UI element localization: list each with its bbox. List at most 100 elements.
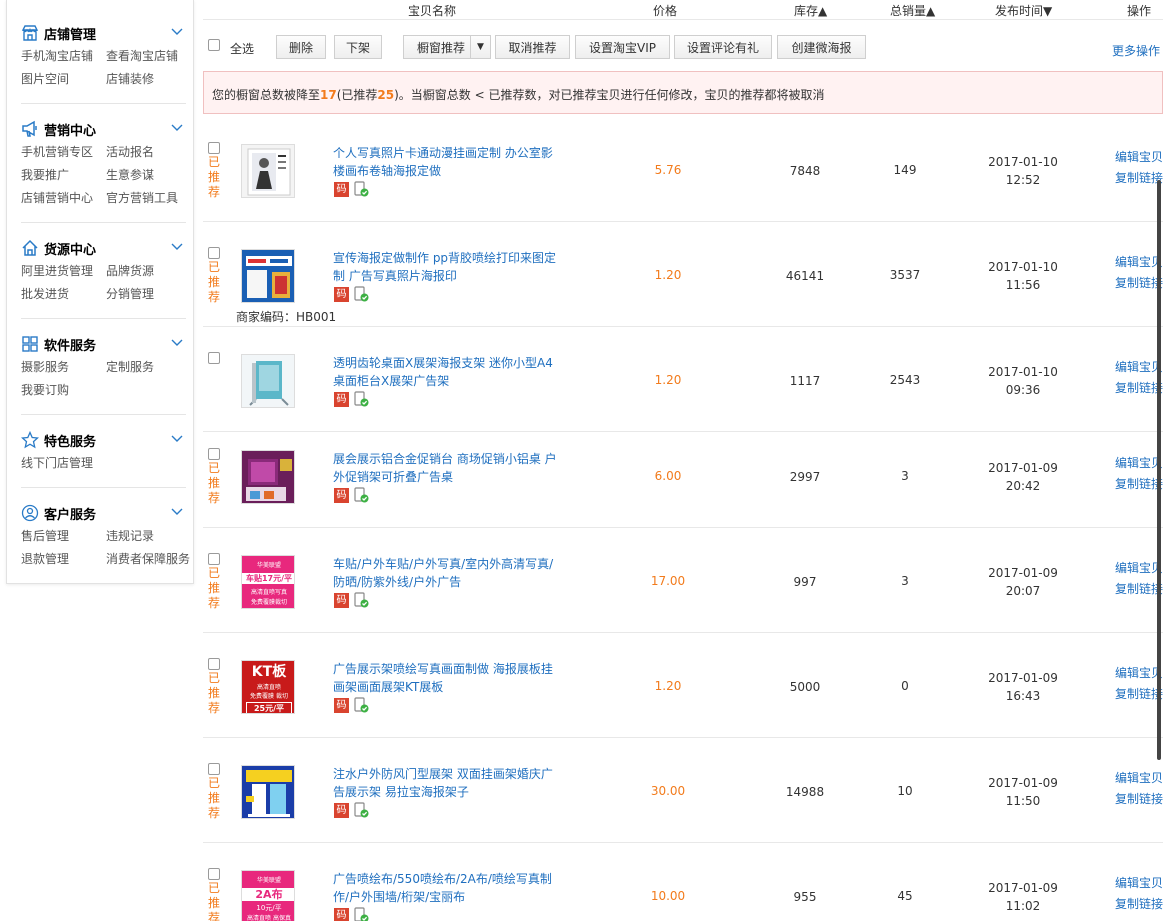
- sidebar-link[interactable]: 消费者保障服务: [106, 550, 196, 568]
- product-title-link[interactable]: 个人写真照片卡通动漫挂画定制 办公室影楼画布卷轴海报定做: [333, 144, 558, 180]
- sidebar-link[interactable]: 分销管理: [106, 285, 196, 303]
- row-checkbox[interactable]: [208, 142, 220, 154]
- row-checkbox[interactable]: [208, 352, 220, 364]
- product-title-link[interactable]: 车贴/户外车贴/户外写真/室内外高清写真/防晒/防紫外线/户外广告: [333, 555, 558, 591]
- col-header-publish[interactable]: 发布时间▼: [995, 2, 1052, 19]
- chevron-down-icon[interactable]: [171, 336, 183, 348]
- row-checkbox[interactable]: [208, 448, 220, 460]
- mobile-check-icon[interactable]: [353, 802, 369, 818]
- sidebar-link[interactable]: 我要订购: [21, 381, 106, 399]
- row-checkbox[interactable]: [208, 658, 220, 670]
- product-thumbnail[interactable]: 华美联盟 2A布 10元/平 高清直喷 高保真: [241, 870, 295, 921]
- edit-item-link[interactable]: 编辑宝贝: [1115, 357, 1163, 378]
- barcode-badge-icon[interactable]: 码: [334, 802, 349, 818]
- product-thumbnail[interactable]: 华美联盟 车贴17元/平 高清直喷写真 免费覆膜裁切: [241, 555, 295, 609]
- product-title-link[interactable]: 广告喷绘布/550喷绘布/2A布/喷绘写真制作/户外围墙/桁架/宝丽布: [333, 870, 558, 906]
- mobile-check-icon[interactable]: [353, 487, 369, 503]
- mobile-check-icon[interactable]: [353, 907, 369, 921]
- copy-link-link[interactable]: 复制链接: [1115, 579, 1163, 600]
- sidebar-link[interactable]: 活动报名: [106, 143, 196, 161]
- row-checkbox[interactable]: [208, 247, 220, 259]
- mobile-check-icon[interactable]: [353, 181, 369, 197]
- sidebar-link[interactable]: 品牌货源: [106, 262, 196, 280]
- copy-link-link[interactable]: 复制链接: [1115, 474, 1163, 495]
- copy-link-link[interactable]: 复制链接: [1115, 789, 1163, 810]
- section-header[interactable]: 特色服务: [21, 429, 183, 451]
- barcode-badge-icon[interactable]: 码: [334, 487, 349, 503]
- mobile-check-icon[interactable]: [353, 286, 369, 302]
- barcode-badge-icon[interactable]: 码: [334, 391, 349, 407]
- section-header[interactable]: 店铺管理: [21, 22, 183, 44]
- sidebar-link[interactable]: 手机营销专区: [21, 143, 106, 161]
- mobile-check-icon[interactable]: [353, 697, 369, 713]
- sidebar-link[interactable]: 阿里进货管理: [21, 262, 106, 280]
- sidebar-link[interactable]: 售后管理: [21, 527, 106, 545]
- cancel-recommend-button[interactable]: 取消推荐: [495, 35, 570, 59]
- delist-button[interactable]: 下架: [334, 35, 382, 59]
- set-review-button[interactable]: 设置评论有礼: [674, 35, 772, 59]
- copy-link-link[interactable]: 复制链接: [1115, 894, 1163, 915]
- product-thumbnail[interactable]: KT板 高清直喷 免费覆膜 裁切 25元/平: [241, 660, 295, 714]
- edit-item-link[interactable]: 编辑宝贝: [1115, 453, 1163, 474]
- product-thumbnail[interactable]: [241, 450, 295, 504]
- edit-item-link[interactable]: 编辑宝贝: [1115, 558, 1163, 579]
- window-recommend-button[interactable]: 橱窗推荐 ▼: [403, 35, 491, 59]
- product-thumbnail[interactable]: [241, 765, 295, 819]
- barcode-badge-icon[interactable]: 码: [334, 286, 349, 302]
- more-ops-link[interactable]: 更多操作: [1112, 42, 1160, 59]
- copy-link-link[interactable]: 复制链接: [1115, 684, 1163, 705]
- sidebar-link[interactable]: 我要推广: [21, 166, 106, 184]
- sidebar-link[interactable]: 图片空间: [21, 70, 106, 88]
- sidebar-link[interactable]: 线下门店管理: [21, 454, 106, 472]
- section-header[interactable]: 营销中心: [21, 118, 183, 140]
- product-thumbnail[interactable]: [241, 249, 295, 303]
- mobile-check-icon[interactable]: [353, 391, 369, 407]
- edit-item-link[interactable]: 编辑宝贝: [1115, 663, 1163, 684]
- scrollbar[interactable]: [1157, 180, 1161, 760]
- product-title-link[interactable]: 广告展示架喷绘写真画面制做 海报展板挂画架画面展架KT展板: [333, 660, 558, 696]
- sidebar-link[interactable]: 退款管理: [21, 550, 106, 568]
- chevron-down-icon[interactable]: [171, 121, 183, 133]
- edit-item-link[interactable]: 编辑宝贝: [1115, 252, 1163, 273]
- sidebar-link[interactable]: 手机淘宝店铺: [21, 47, 106, 65]
- copy-link-link[interactable]: 复制链接: [1115, 168, 1163, 189]
- sidebar-link[interactable]: 生意参谋: [106, 166, 196, 184]
- barcode-badge-icon[interactable]: 码: [334, 181, 349, 197]
- product-title-link[interactable]: 注水户外防风门型展架 双面挂画架婚庆广告展示架 易拉宝海报架子: [333, 765, 558, 801]
- product-thumbnail[interactable]: [241, 354, 295, 408]
- mobile-check-icon[interactable]: [353, 592, 369, 608]
- product-thumbnail[interactable]: [241, 144, 295, 198]
- edit-item-link[interactable]: 编辑宝贝: [1115, 147, 1163, 168]
- row-checkbox[interactable]: [208, 868, 220, 880]
- barcode-badge-icon[interactable]: 码: [334, 592, 349, 608]
- create-poster-button[interactable]: 创建微海报: [777, 35, 866, 59]
- row-checkbox[interactable]: [208, 763, 220, 775]
- sidebar-link[interactable]: 违规记录: [106, 527, 196, 545]
- edit-item-link[interactable]: 编辑宝贝: [1115, 768, 1163, 789]
- col-header-stock[interactable]: 库存▲: [794, 2, 827, 19]
- sidebar-link[interactable]: 批发进货: [21, 285, 106, 303]
- product-title-link[interactable]: 透明齿轮桌面X展架海报支架 迷你小型A4桌面柜台X展架广告架: [333, 354, 558, 390]
- delete-button[interactable]: 删除: [276, 35, 326, 59]
- sidebar-link[interactable]: 店铺装修: [106, 70, 196, 88]
- barcode-badge-icon[interactable]: 码: [334, 697, 349, 713]
- set-vip-button[interactable]: 设置淘宝VIP: [575, 35, 670, 59]
- dropdown-caret-icon[interactable]: ▼: [470, 36, 490, 58]
- chevron-down-icon[interactable]: [171, 505, 183, 517]
- sidebar-link[interactable]: 官方营销工具: [106, 189, 196, 207]
- chevron-down-icon[interactable]: [171, 240, 183, 252]
- chevron-down-icon[interactable]: [171, 432, 183, 444]
- section-header[interactable]: 客户服务: [21, 502, 183, 524]
- section-header[interactable]: 软件服务: [21, 333, 183, 355]
- sidebar-link[interactable]: 定制服务: [106, 358, 196, 376]
- sidebar-link[interactable]: 摄影服务: [21, 358, 106, 376]
- chevron-down-icon[interactable]: [171, 25, 183, 37]
- barcode-badge-icon[interactable]: 码: [334, 907, 349, 921]
- product-title-link[interactable]: 展会展示铝合金促销台 商场促销小铝桌 户外促销架可折叠广告桌: [333, 450, 558, 486]
- product-title-link[interactable]: 宣传海报定做制作 pp背胶喷绘打印来图定制 广告写真照片海报印: [333, 249, 558, 285]
- sidebar-link[interactable]: 店铺营销中心: [21, 189, 106, 207]
- section-header[interactable]: 货源中心: [21, 237, 183, 259]
- copy-link-link[interactable]: 复制链接: [1115, 273, 1163, 294]
- col-header-sales[interactable]: 总销量▲: [890, 2, 935, 19]
- select-all-checkbox[interactable]: [208, 39, 220, 51]
